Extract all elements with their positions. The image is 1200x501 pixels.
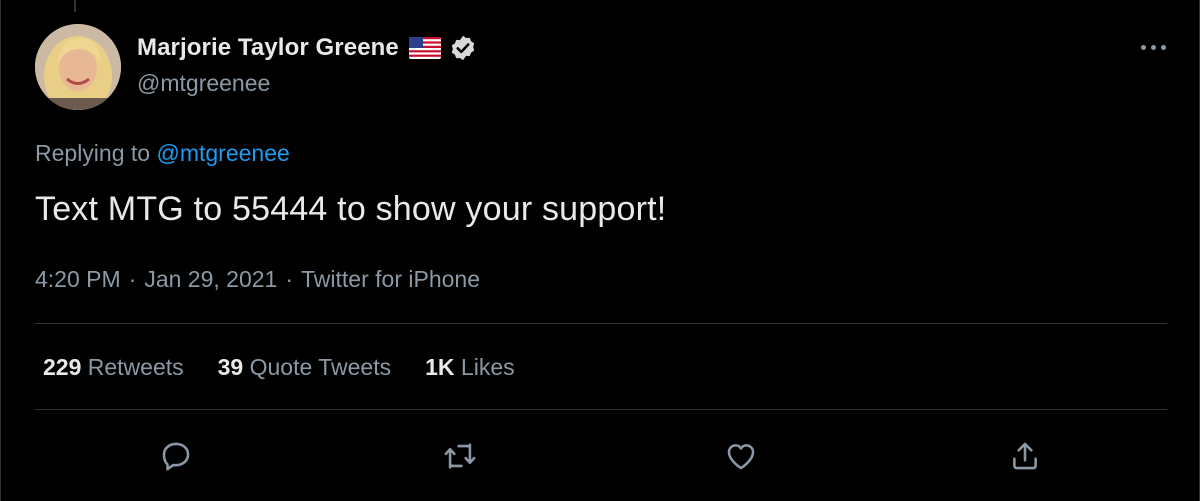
quote-tweets-count: 39 bbox=[217, 354, 244, 380]
tweet-card: Marjorie Taylor Greene @mtgreenee Replyi… bbox=[0, 0, 1200, 501]
likes-label: Likes bbox=[460, 354, 515, 380]
display-name[interactable]: Marjorie Taylor Greene bbox=[137, 34, 399, 62]
divider-top bbox=[35, 323, 1167, 324]
action-bar bbox=[1, 436, 1200, 476]
quote-tweets-stat[interactable]: 39 Quote Tweets bbox=[218, 354, 391, 381]
tweet-text: Text MTG to 55444 to show your support! bbox=[35, 190, 667, 228]
more-dot bbox=[1160, 44, 1166, 50]
likes-stat[interactable]: 1K Likes bbox=[425, 354, 515, 381]
reply-mention-link[interactable]: @mtgreenee bbox=[156, 140, 289, 166]
quote-tweets-label: Quote Tweets bbox=[249, 354, 392, 380]
tweet-date[interactable]: Jan 29, 2021 bbox=[144, 266, 277, 293]
retweet-icon[interactable] bbox=[440, 436, 480, 476]
divider-bottom bbox=[35, 409, 1167, 410]
avatar[interactable] bbox=[35, 24, 121, 110]
more-dot bbox=[1140, 44, 1146, 50]
thread-connector-line bbox=[74, 0, 76, 12]
us-flag-icon bbox=[408, 37, 441, 59]
reply-icon[interactable] bbox=[156, 436, 196, 476]
engagement-stats: 229 Retweets 39 Quote Tweets 1K Likes bbox=[43, 354, 549, 381]
retweets-count: 229 bbox=[43, 354, 82, 380]
retweets-label: Retweets bbox=[87, 354, 184, 380]
tweet-meta: 4:20 PM · Jan 29, 2021 · Twitter for iPh… bbox=[35, 266, 480, 293]
retweets-stat[interactable]: 229 Retweets bbox=[43, 354, 184, 381]
likes-count: 1K bbox=[425, 354, 455, 380]
tweet-time[interactable]: 4:20 PM bbox=[35, 266, 121, 293]
tweet-source[interactable]: Twitter for iPhone bbox=[301, 266, 480, 293]
replying-to: Replying to @mtgreenee bbox=[35, 140, 290, 167]
meta-separator: · bbox=[128, 266, 137, 292]
like-icon[interactable] bbox=[721, 436, 761, 476]
author-handle[interactable]: @mtgreenee bbox=[137, 70, 270, 97]
share-icon[interactable] bbox=[1005, 436, 1045, 476]
verified-badge-icon bbox=[449, 34, 477, 62]
avatar-image bbox=[35, 24, 121, 110]
meta-separator: · bbox=[285, 266, 294, 292]
replying-prefix: Replying to bbox=[35, 140, 151, 166]
more-options-icon[interactable] bbox=[1133, 34, 1173, 60]
author-name-row[interactable]: Marjorie Taylor Greene bbox=[137, 32, 477, 64]
more-dot bbox=[1150, 44, 1156, 50]
